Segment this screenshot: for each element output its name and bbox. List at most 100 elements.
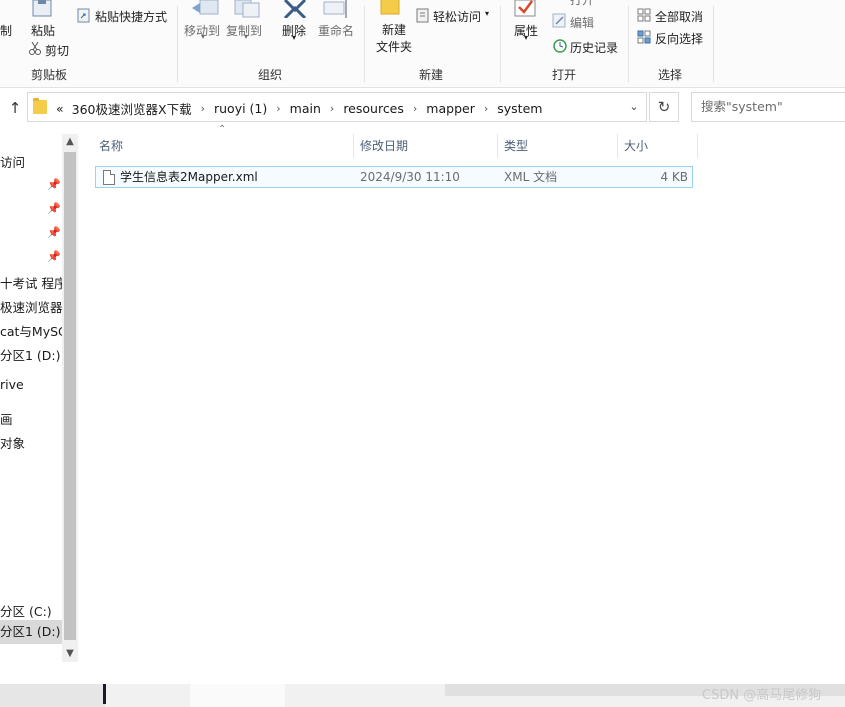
- file-date: 2024/9/30 11:10: [360, 170, 460, 184]
- paste-button[interactable]: 粘贴: [31, 22, 55, 39]
- open-group: 属性 ▾ 打开 编辑 历史记录 打开: [501, 0, 627, 88]
- chevron-right-icon[interactable]: ›: [196, 102, 210, 115]
- column-divider[interactable]: [497, 134, 498, 158]
- history-icon: [553, 39, 567, 53]
- column-headers: 名称 修改日期 类型 大小: [95, 134, 698, 160]
- file-icon: [103, 170, 115, 185]
- column-divider[interactable]: [353, 134, 354, 158]
- select-none-button[interactable]: 全部取消: [655, 8, 703, 25]
- ribbon-divider: [713, 6, 714, 82]
- copy-to-icon: [234, 0, 260, 18]
- scroll-up-icon[interactable]: ▲: [62, 134, 78, 150]
- clipboard-group-label: 剪贴板: [31, 68, 68, 82]
- nav-item[interactable]: cat与MySC: [0, 321, 62, 340]
- nav-item[interactable]: 分区 (C:): [0, 601, 62, 620]
- easy-access-icon: [416, 8, 429, 23]
- history-button[interactable]: 历史记录: [570, 39, 618, 56]
- file-type: XML 文档: [504, 170, 558, 184]
- nav-item[interactable]: 极速浏览器X: [0, 297, 62, 316]
- new-group: 新建 文件夹 轻松访问 ▾ 新建: [365, 0, 500, 88]
- file-size: 4 KB: [660, 170, 688, 184]
- file-row[interactable]: 学生信息表2Mapper.xml 2024/9/30 11:10 XML 文档 …: [95, 166, 693, 188]
- organize-group-label: 组织: [258, 68, 283, 82]
- rename-button[interactable]: 重命名: [318, 22, 354, 39]
- new-group-label: 新建: [419, 68, 444, 82]
- up-arrow-icon[interactable]: ↑: [5, 99, 25, 117]
- navigation-pane: 访问 📌 📌 📌 📌 十考试 程序 极速浏览器X cat与MySC 分区1 (D…: [0, 134, 62, 664]
- nav-item[interactable]: 访问: [0, 152, 62, 171]
- easy-access-caret: ▾: [485, 9, 490, 18]
- invert-selection-icon: [637, 30, 651, 44]
- search-input[interactable]: 搜索"system": [691, 92, 845, 122]
- column-divider[interactable]: [697, 134, 698, 158]
- breadcrumb: « 360极速浏览器X下载 › ruoyi (1) › main › resou…: [52, 99, 546, 118]
- delete-caret: ▾: [292, 33, 297, 42]
- chevron-right-icon[interactable]: ›: [408, 102, 422, 115]
- select-group: 全部取消 反向选择 选择: [629, 0, 713, 88]
- nav-item-selected[interactable]: 分区1 (D:): [0, 620, 62, 644]
- column-type[interactable]: 类型: [500, 134, 528, 160]
- taskbar-segment: [190, 684, 285, 707]
- paste-icon: [32, 0, 52, 17]
- move-to-caret: ▾: [201, 32, 206, 41]
- open-button[interactable]: 打开: [570, 0, 594, 8]
- chevron-right-icon[interactable]: ›: [479, 102, 493, 115]
- scrollbar-thumb[interactable]: [64, 152, 76, 640]
- nav-item[interactable]: 十考试 程序: [0, 273, 62, 292]
- nav-item[interactable]: rive: [0, 377, 62, 392]
- column-date[interactable]: 修改日期: [356, 134, 408, 160]
- select-group-label: 选择: [658, 68, 683, 82]
- breadcrumb-item[interactable]: ruoyi (1): [210, 101, 271, 116]
- ribbon: 复制 粘贴 粘贴快捷方式 剪切 剪贴板 移动到 ▾ 复制到: [0, 0, 845, 88]
- nav-item[interactable]: 分区1 (D:): [0, 345, 62, 364]
- properties-icon: [514, 0, 536, 17]
- invert-selection-button[interactable]: 反向选择: [655, 30, 703, 47]
- properties-caret: ▾: [524, 33, 529, 42]
- nav-item[interactable]: 画: [0, 409, 62, 428]
- open-group-label: 打开: [552, 68, 577, 82]
- chevron-right-icon[interactable]: ›: [271, 102, 285, 115]
- paste-shortcut-button[interactable]: 粘贴快捷方式: [95, 8, 167, 25]
- pin-icon: 📌: [47, 178, 61, 191]
- new-folder-icon: [380, 0, 400, 15]
- pin-icon: 📌: [47, 250, 61, 263]
- column-divider[interactable]: [617, 134, 618, 158]
- watermark: CSDN @高马尾修狗: [702, 688, 822, 703]
- breadcrumb-item[interactable]: 360极速浏览器X下载: [68, 99, 196, 118]
- organize-group: 移动到 ▾ 复制到 ▾ 删除 ▾ 重命名 组织: [178, 0, 364, 88]
- move-to-icon: [192, 0, 219, 15]
- select-none-icon: [637, 8, 651, 22]
- easy-access-button[interactable]: 轻松访问: [433, 8, 481, 25]
- column-size[interactable]: 大小: [620, 134, 648, 160]
- edit-button[interactable]: 编辑: [570, 14, 594, 31]
- clipboard-group: 复制 粘贴 粘贴快捷方式 剪切 剪贴板: [0, 0, 176, 88]
- paste-shortcut-icon: [77, 8, 90, 23]
- column-name[interactable]: 名称: [95, 134, 123, 160]
- taskbar-segment: [103, 684, 106, 704]
- address-bar[interactable]: « 360极速浏览器X下载 › ruoyi (1) › main › resou…: [27, 92, 647, 122]
- breadcrumb-item[interactable]: main: [286, 101, 325, 116]
- nav-item[interactable]: 对象: [0, 433, 62, 452]
- breadcrumb-item[interactable]: resources: [339, 101, 408, 116]
- nav-scrollbar[interactable]: ▲ ▼: [62, 134, 78, 662]
- cut-button[interactable]: 剪切: [45, 42, 69, 59]
- file-name: 学生信息表2Mapper.xml: [120, 170, 258, 184]
- folder-icon: [33, 98, 47, 114]
- taskbar-segment: [0, 684, 105, 707]
- pin-icon: 📌: [47, 202, 61, 215]
- copy-to-caret: ▾: [244, 32, 249, 41]
- edit-icon: [552, 13, 566, 28]
- rename-icon: [323, 0, 347, 18]
- chevron-down-icon[interactable]: ⌄: [624, 92, 644, 122]
- pin-icon: 📌: [47, 226, 61, 239]
- copy-button[interactable]: 复制: [0, 22, 12, 39]
- cut-icon: [29, 41, 41, 55]
- refresh-icon[interactable]: ↻: [649, 92, 679, 122]
- breadcrumb-overflow[interactable]: «: [52, 101, 68, 116]
- breadcrumb-item[interactable]: mapper: [422, 101, 479, 116]
- breadcrumb-item[interactable]: system: [493, 101, 546, 116]
- delete-icon: [283, 0, 307, 18]
- chevron-right-icon[interactable]: ›: [325, 102, 339, 115]
- scroll-down-icon[interactable]: ▼: [62, 646, 78, 662]
- new-folder-button[interactable]: 新建 文件夹: [376, 22, 412, 56]
